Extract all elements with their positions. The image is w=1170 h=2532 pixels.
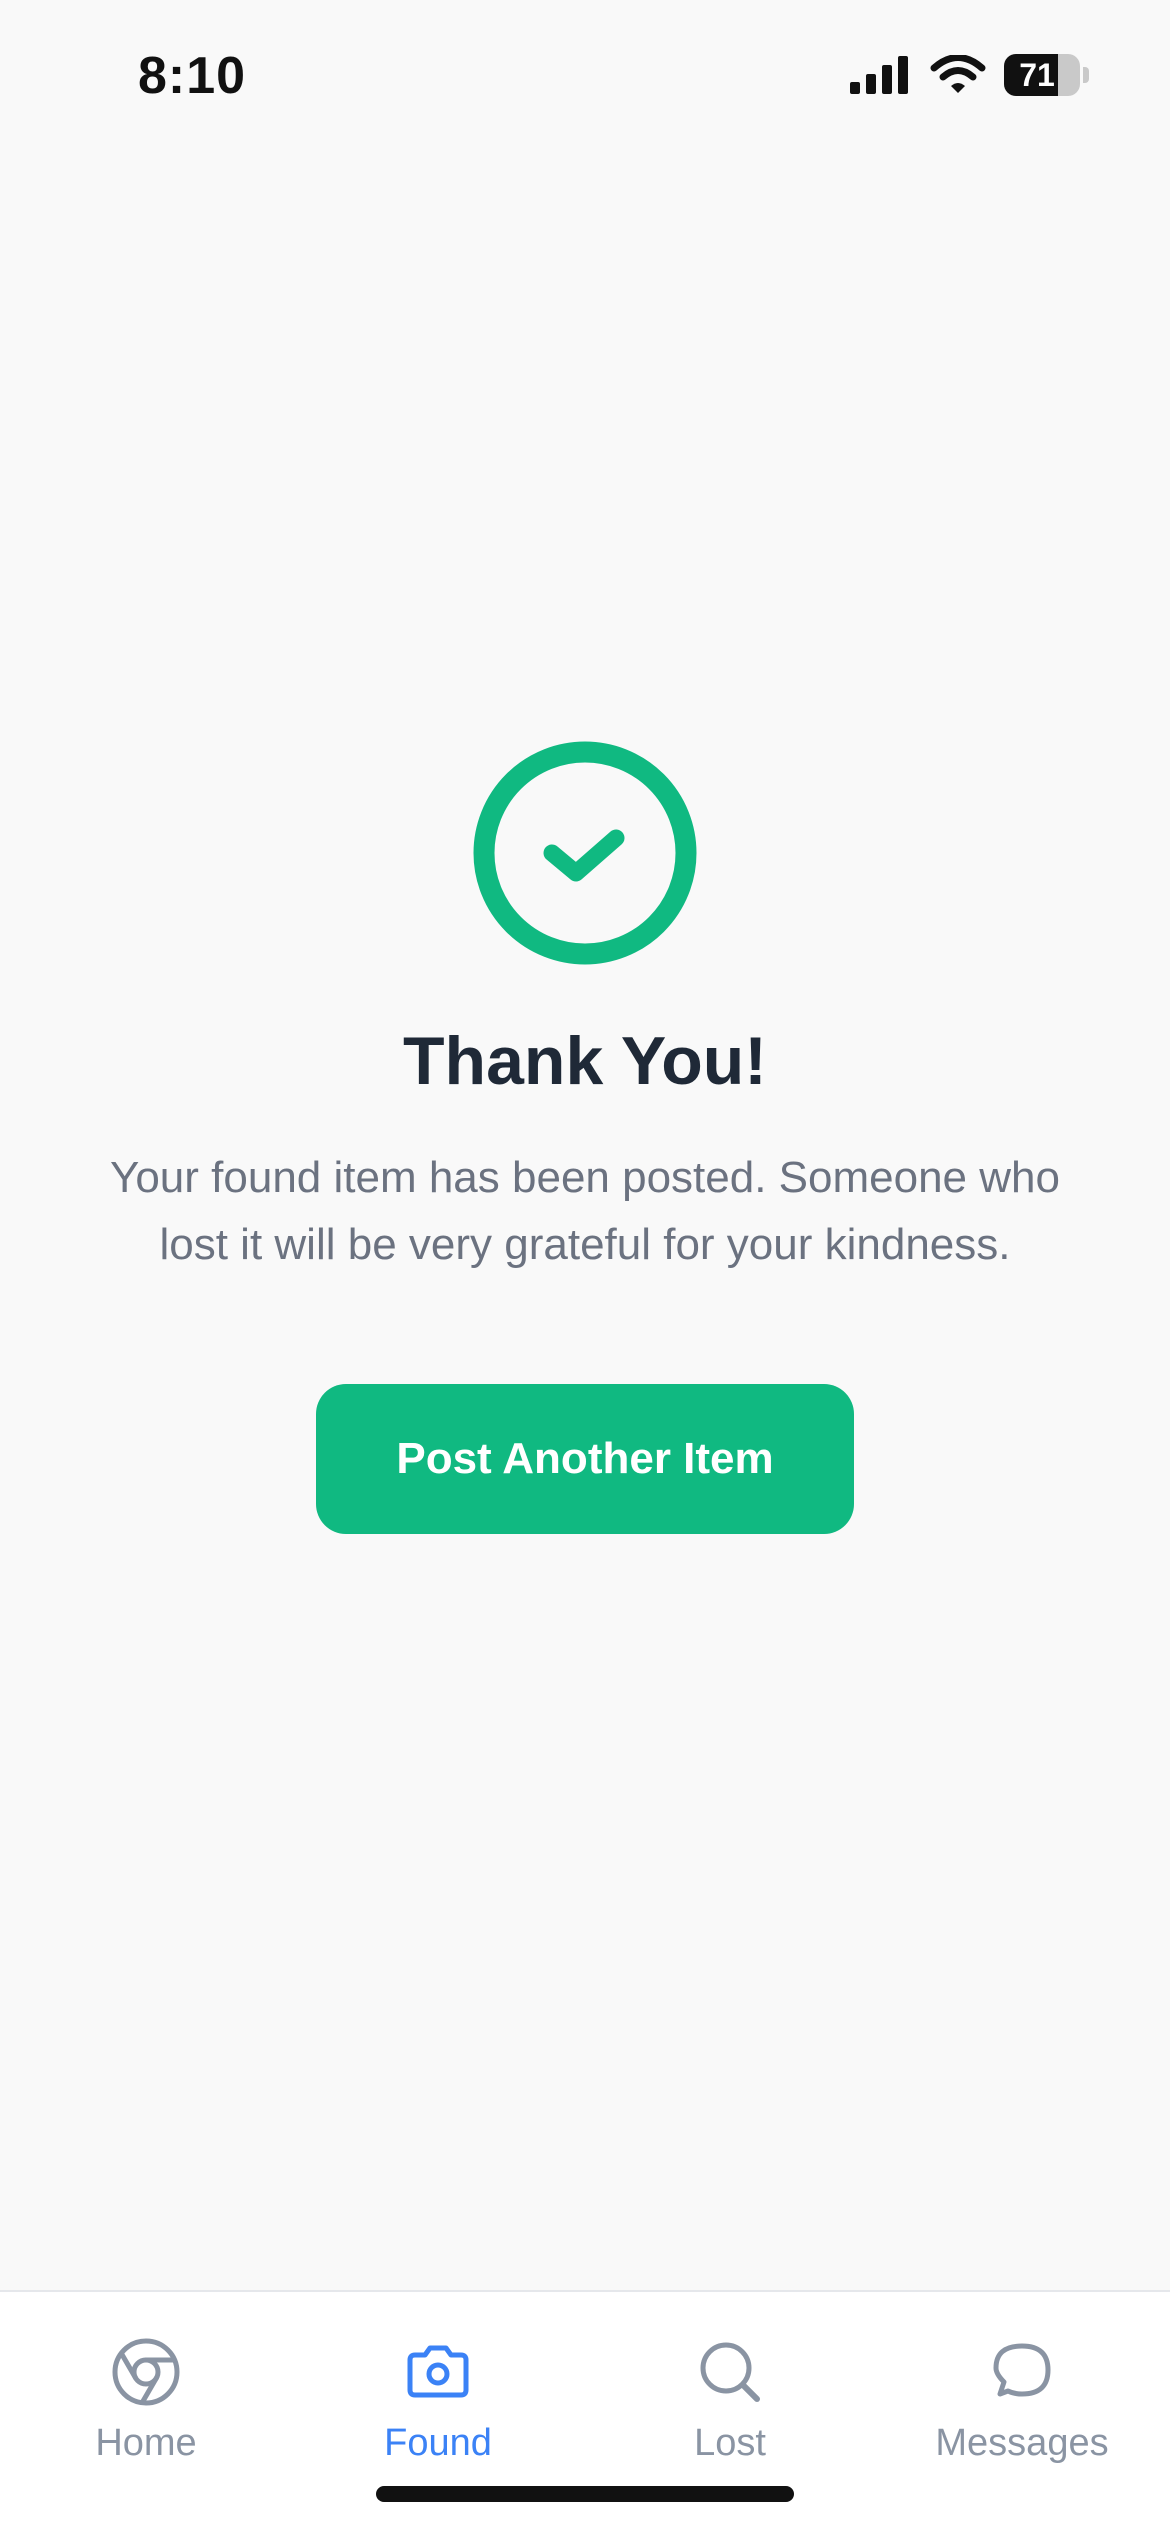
check-circle-icon (473, 741, 697, 965)
tab-found[interactable]: Found (292, 2336, 584, 2465)
status-bar: 8:10 71 (0, 0, 1170, 150)
success-message: Your found item has been posted. Someone… (110, 1153, 1060, 1269)
tab-messages-label: Messages (935, 2422, 1109, 2464)
tab-lost[interactable]: Lost (584, 2336, 876, 2465)
tab-lost-label: Lost (694, 2422, 766, 2464)
post-another-item-button[interactable]: Post Another Item (316, 1384, 854, 1534)
tab-messages[interactable]: Messages (876, 2336, 1168, 2465)
cellular-signal-icon (850, 56, 908, 94)
tab-home-label: Home (95, 2422, 197, 2464)
tab-home[interactable]: Home (0, 2336, 292, 2465)
home-indicator (376, 2486, 794, 2502)
page-title: Thank You! (403, 1023, 767, 1099)
wifi-icon (930, 55, 986, 93)
tab-found-label: Found (384, 2422, 492, 2464)
success-panel: Thank You! Your found item has been post… (0, 740, 1170, 1534)
battery-icon: 71 (1004, 54, 1090, 96)
status-icons: 71 (850, 54, 1090, 96)
message-bubble-icon (993, 2343, 1051, 2397)
search-icon (700, 2342, 760, 2402)
battery-level: 71 (1019, 57, 1055, 93)
status-time: 8:10 (138, 47, 247, 105)
camera-icon (407, 2345, 469, 2398)
chrome-icon (112, 2338, 180, 2406)
